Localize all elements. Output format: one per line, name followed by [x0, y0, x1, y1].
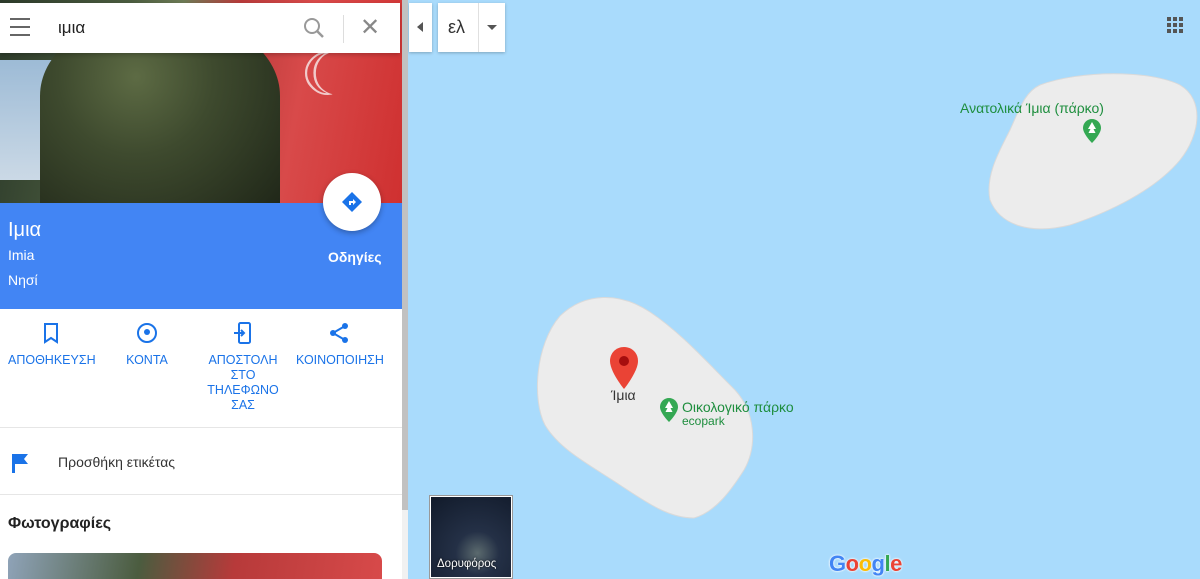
eco-park-label[interactable]: Οικολογικό πάρκο [682, 399, 794, 415]
language-button[interactable]: ελ [438, 3, 505, 52]
dropdown-caret-icon[interactable] [487, 25, 497, 30]
search-input[interactable]: ιμια [58, 18, 85, 38]
add-label-text: Προσθήκη ετικέτας [58, 454, 176, 470]
satellite-label: Δορυφόρος [437, 558, 497, 570]
nearby-action[interactable]: ΚΟΝΤΑ [112, 321, 182, 368]
place-latin-name: Imia [8, 247, 35, 263]
nearby-action-label: ΚΟΝΤΑ [126, 353, 168, 367]
send-to-phone-action[interactable]: ΑΠΟΣΤΟΛΗ ΣΤΟ ΤΗΛΕΦΩΝΟ ΣΑΣ [200, 321, 286, 413]
send-to-phone-icon [234, 322, 251, 344]
directions-label[interactable]: Οδηγίες [328, 249, 382, 265]
save-action-label: ΑΠΟΘΗΚΕΥΣΗ [8, 353, 96, 367]
island-east [988, 73, 1198, 230]
send-to-phone-label: ΑΠΟΣΤΟΛΗ ΣΤΟ ΤΗΛΕΦΩΝΟ ΣΑΣ [207, 353, 279, 412]
pin-label[interactable]: Ίμια [611, 387, 636, 403]
satellite-toggle[interactable]: Δορυφόρος [430, 496, 512, 578]
search-icon[interactable] [303, 17, 325, 39]
bookmark-icon [44, 323, 58, 344]
flag-icon [12, 454, 28, 473]
save-action[interactable]: ΑΠΟΘΗΚΕΥΣΗ [8, 321, 96, 368]
close-icon[interactable]: ✕ [360, 16, 380, 40]
google-logo: Google [829, 551, 902, 576]
menu-icon[interactable] [10, 18, 30, 36]
place-type: Νησί [8, 272, 38, 288]
search-divider [343, 15, 344, 43]
share-action-label: ΚΟΙΝΟΠΟΙΗΣΗ [296, 353, 384, 367]
nearby-icon [137, 323, 157, 343]
share-action[interactable]: ΚΟΙΝΟΠΟΙΗΣΗ [296, 321, 384, 368]
search-bar: ιμια ✕ [0, 3, 400, 53]
action-bar: ΑΠΟΘΗΚΕΥΣΗ ΚΟΝΤΑ ΑΠΟΣΤΟΛΗ ΣΤΟ ΤΗΛΕΦΩΝΟ Σ… [0, 309, 402, 428]
photo-thumbnail[interactable] [8, 553, 382, 579]
directions-icon [342, 192, 362, 212]
apps-grid-icon[interactable] [1167, 17, 1184, 34]
side-panel: ☾ ιμια ✕ Ιμια Imia Νησί Οδηγίες ΑΠΟΘΗΚΕΥ… [0, 0, 402, 579]
place-title: Ιμια [8, 219, 42, 241]
east-park-label[interactable]: Ανατολικά Ίμια (πάρκο) [960, 100, 1104, 116]
language-divider [478, 3, 479, 52]
location-pin-icon[interactable] [610, 347, 638, 389]
add-label-row[interactable]: Προσθήκη ετικέτας [0, 428, 402, 495]
park-tree-icon[interactable] [1083, 119, 1101, 147]
place-header: Ιμια Imia Νησί Οδηγίες [0, 173, 402, 309]
park-tree-icon[interactable] [660, 398, 678, 426]
eco-park-sublabel: ecopark [682, 414, 725, 428]
caret-left-icon [417, 22, 423, 32]
share-icon [330, 323, 348, 343]
photos-heading: Φωτογραφίες [8, 515, 112, 532]
collapse-panel-button[interactable] [409, 3, 432, 52]
panel-scrollbar-thumb[interactable] [402, 0, 408, 510]
directions-button[interactable] [323, 173, 381, 231]
language-label: ελ [448, 17, 466, 37]
